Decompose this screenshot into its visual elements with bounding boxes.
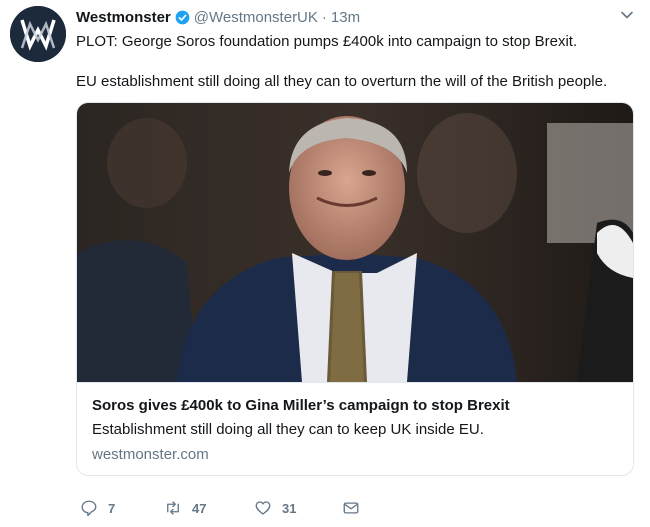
reply-icon — [81, 500, 97, 517]
tweet-header: Westmonster @WestmonsterUK · 13m — [76, 7, 360, 27]
like-button[interactable]: 31 — [254, 496, 296, 520]
timestamp[interactable]: 13m — [331, 9, 360, 26]
display-name[interactable]: Westmonster — [76, 9, 171, 26]
reply-count: 7 — [108, 500, 116, 516]
card-domain: westmonster.com — [92, 446, 209, 463]
reply-button[interactable]: 7 — [80, 496, 115, 520]
like-count: 31 — [282, 500, 297, 516]
separator-dot: · — [321, 8, 327, 26]
card-description: Establishment still doing all they can t… — [92, 421, 484, 438]
retweet-count: 47 — [192, 500, 207, 516]
chevron-down-icon[interactable] — [620, 8, 634, 22]
retweet-icon — [167, 501, 179, 515]
tweet-actions: 7 47 31 — [76, 496, 636, 520]
message-icon — [343, 502, 359, 514]
user-handle[interactable]: @WestmonsterUK — [194, 9, 318, 26]
link-card[interactable]: Soros gives £400k to Gina Miller’s campa… — [76, 102, 634, 476]
card-title[interactable]: Soros gives £400k to Gina Miller’s campa… — [92, 397, 510, 414]
verified-badge-icon — [175, 10, 190, 24]
westmonster-logo-icon — [10, 6, 66, 62]
direct-message-button[interactable] — [342, 496, 370, 520]
retweet-button[interactable]: 47 — [164, 496, 206, 520]
tweet-text: PLOT: George Soros foundation pumps £400… — [76, 32, 636, 92]
tweet-text-line: PLOT: George Soros foundation pumps £400… — [76, 33, 578, 50]
tweet-text-line: EU establishment still doing all they ca… — [76, 73, 608, 90]
avatar[interactable] — [10, 6, 66, 62]
tweet: Westmonster @WestmonsterUK · 13m PLOT: G… — [0, 0, 650, 527]
heart-icon — [255, 501, 271, 515]
card-body[interactable]: Soros gives £400k to Gina Miller’s campa… — [77, 382, 633, 475]
card-image[interactable] — [77, 103, 633, 382]
